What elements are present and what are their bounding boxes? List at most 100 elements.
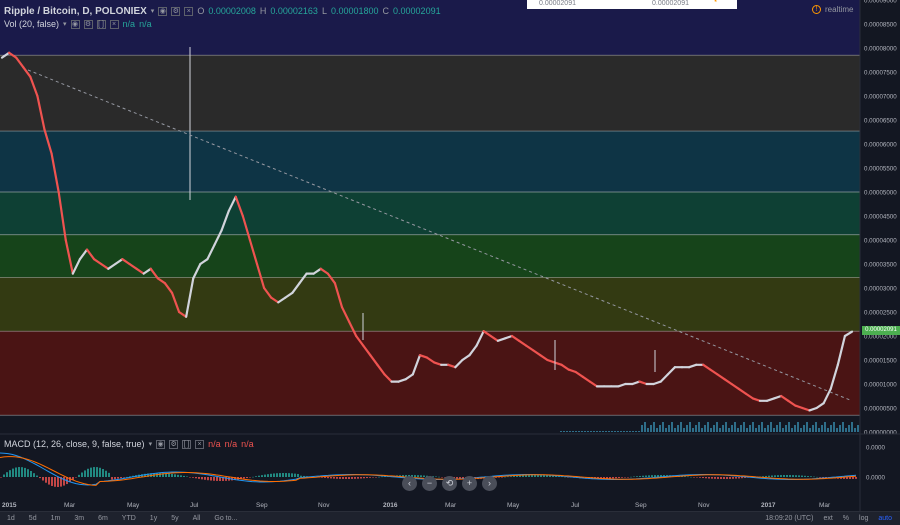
bracket-icon[interactable]: [ ] xyxy=(96,19,106,29)
macd-histogram-bar xyxy=(849,477,851,479)
macd-histogram-bar xyxy=(822,477,824,478)
macd-histogram-bar xyxy=(810,476,812,477)
chevron-down-icon[interactable]: ▾ xyxy=(151,7,155,15)
macd-histogram-bar xyxy=(33,473,35,477)
macd-histogram-bar xyxy=(297,473,299,477)
close-icon[interactable]: × xyxy=(184,6,194,16)
clock-time[interactable]: 18:09:20 (UTC) xyxy=(765,515,813,522)
settings-icon[interactable]: ⚙ xyxy=(169,439,179,449)
chevron-down-icon[interactable]: ▾ xyxy=(63,20,67,28)
volume-bar xyxy=(836,428,838,432)
price-scale-tooltip: 0.00002091 0.00002091 ◔ xyxy=(527,0,737,9)
macd-histogram-bar xyxy=(654,475,656,477)
volume-bar xyxy=(812,425,814,432)
volume-bar xyxy=(782,428,784,432)
settings-icon[interactable]: ⚙ xyxy=(83,19,93,29)
close-icon[interactable]: × xyxy=(109,19,119,29)
volume-bar xyxy=(848,425,850,432)
y-tick-label: 0.00006500 xyxy=(864,118,897,125)
eye-icon[interactable]: ◉ xyxy=(70,19,80,29)
volume-bar xyxy=(713,425,715,432)
volume-bar xyxy=(800,428,802,432)
log-toggle[interactable]: log xyxy=(859,515,868,522)
macd-histogram-bar xyxy=(627,477,629,478)
macd-histogram-bar xyxy=(708,477,710,479)
settings-icon[interactable]: ⚙ xyxy=(171,6,181,16)
macd-histogram-bar xyxy=(288,473,290,477)
macd-histogram-bar xyxy=(204,477,206,480)
macd-histogram-bar xyxy=(27,469,29,477)
zoom-out-button[interactable]: − xyxy=(422,476,437,491)
symbol-title[interactable]: Ripple / Bitcoin, D, POLONIEX xyxy=(4,6,147,17)
volume-bar xyxy=(674,428,676,432)
macd-histogram-bar xyxy=(735,477,737,479)
scroll-left-button[interactable]: ‹ xyxy=(402,476,417,491)
timeframe-5d[interactable]: 5d xyxy=(22,515,44,522)
fib-band xyxy=(0,277,860,332)
volume-bar xyxy=(842,422,844,432)
timeframe-all[interactable]: All xyxy=(186,515,208,522)
volume-label[interactable]: Vol (20, false) xyxy=(4,19,59,29)
macd-histogram-bar xyxy=(633,476,635,478)
macd-histogram-bar xyxy=(246,477,248,479)
volume-bar xyxy=(704,425,706,432)
macd-histogram-bar xyxy=(690,476,692,478)
volume-bar xyxy=(653,422,655,432)
timeframe-1m[interactable]: 1m xyxy=(44,515,68,522)
macd-histogram-bar xyxy=(636,476,638,477)
volume-bar xyxy=(779,422,781,432)
volume-bar xyxy=(584,431,586,432)
tooltip-value-left: 0.00002091 xyxy=(539,0,576,7)
volume-bar xyxy=(635,431,637,432)
close-icon[interactable]: × xyxy=(195,439,205,449)
timeframe-1y[interactable]: 1y xyxy=(143,515,164,522)
macd-histogram-bar xyxy=(63,477,65,486)
macd-histogram-bar xyxy=(285,473,287,477)
macd-histogram-bar xyxy=(96,467,98,477)
realtime-label: realtime xyxy=(825,5,854,14)
scroll-right-button[interactable]: › xyxy=(482,476,497,491)
percent-toggle[interactable]: % xyxy=(843,515,849,522)
macd-histogram-bar xyxy=(189,477,191,478)
timeframe-6m[interactable]: 6m xyxy=(91,515,115,522)
macd-histogram-bar xyxy=(741,477,743,479)
macd-histogram-bar xyxy=(216,477,218,481)
volume-bar xyxy=(758,425,760,432)
y-tick-label: 0.00000500 xyxy=(864,406,897,413)
y-tick-label: 0.00000000 xyxy=(864,430,897,437)
realtime-indicator[interactable]: ! realtime xyxy=(812,5,853,14)
volume-bar xyxy=(629,431,631,432)
macd-histogram-bar xyxy=(201,477,203,480)
volume-bar xyxy=(575,431,577,432)
x-tick-label: Nov xyxy=(698,502,710,509)
macd-histogram-bar xyxy=(618,477,620,478)
macd-histogram-bar xyxy=(519,475,521,477)
bracket-icon[interactable]: [ ] xyxy=(182,439,192,449)
macd-label[interactable]: MACD (12, 26, close, 9, false, true) xyxy=(4,439,145,449)
y-tick-label: 0.00005000 xyxy=(864,190,897,197)
macd-histogram-bar xyxy=(774,475,776,477)
timeframe-ytd[interactable]: YTD xyxy=(115,515,143,522)
macd-histogram-bar xyxy=(261,475,263,477)
auto-toggle[interactable]: auto xyxy=(878,515,892,522)
macd-histogram-bar xyxy=(177,474,179,477)
timeframe-3m[interactable]: 3m xyxy=(67,515,91,522)
eye-icon[interactable]: ◉ xyxy=(156,439,166,449)
macd-histogram-bar xyxy=(531,475,533,477)
volume-bar xyxy=(587,431,589,432)
ext-toggle[interactable]: ext xyxy=(823,515,832,522)
timeframe-1d[interactable]: 1d xyxy=(0,515,22,522)
volume-bar xyxy=(770,422,772,432)
macd-histogram-bar xyxy=(801,475,803,477)
zoom-in-button[interactable]: + xyxy=(462,476,477,491)
chevron-down-icon[interactable]: ▾ xyxy=(149,440,153,448)
volume-bar xyxy=(761,422,763,432)
goto-date-button[interactable]: Go to... xyxy=(207,515,244,522)
fib-band xyxy=(0,331,860,416)
eye-icon[interactable]: ◉ xyxy=(158,6,168,16)
reset-button[interactable]: ⟲ xyxy=(442,476,457,491)
volume-bar xyxy=(743,422,745,432)
timeframe-5y[interactable]: 5y xyxy=(164,515,185,522)
macd-histogram-bar xyxy=(372,477,374,478)
volume-bar xyxy=(857,425,859,432)
